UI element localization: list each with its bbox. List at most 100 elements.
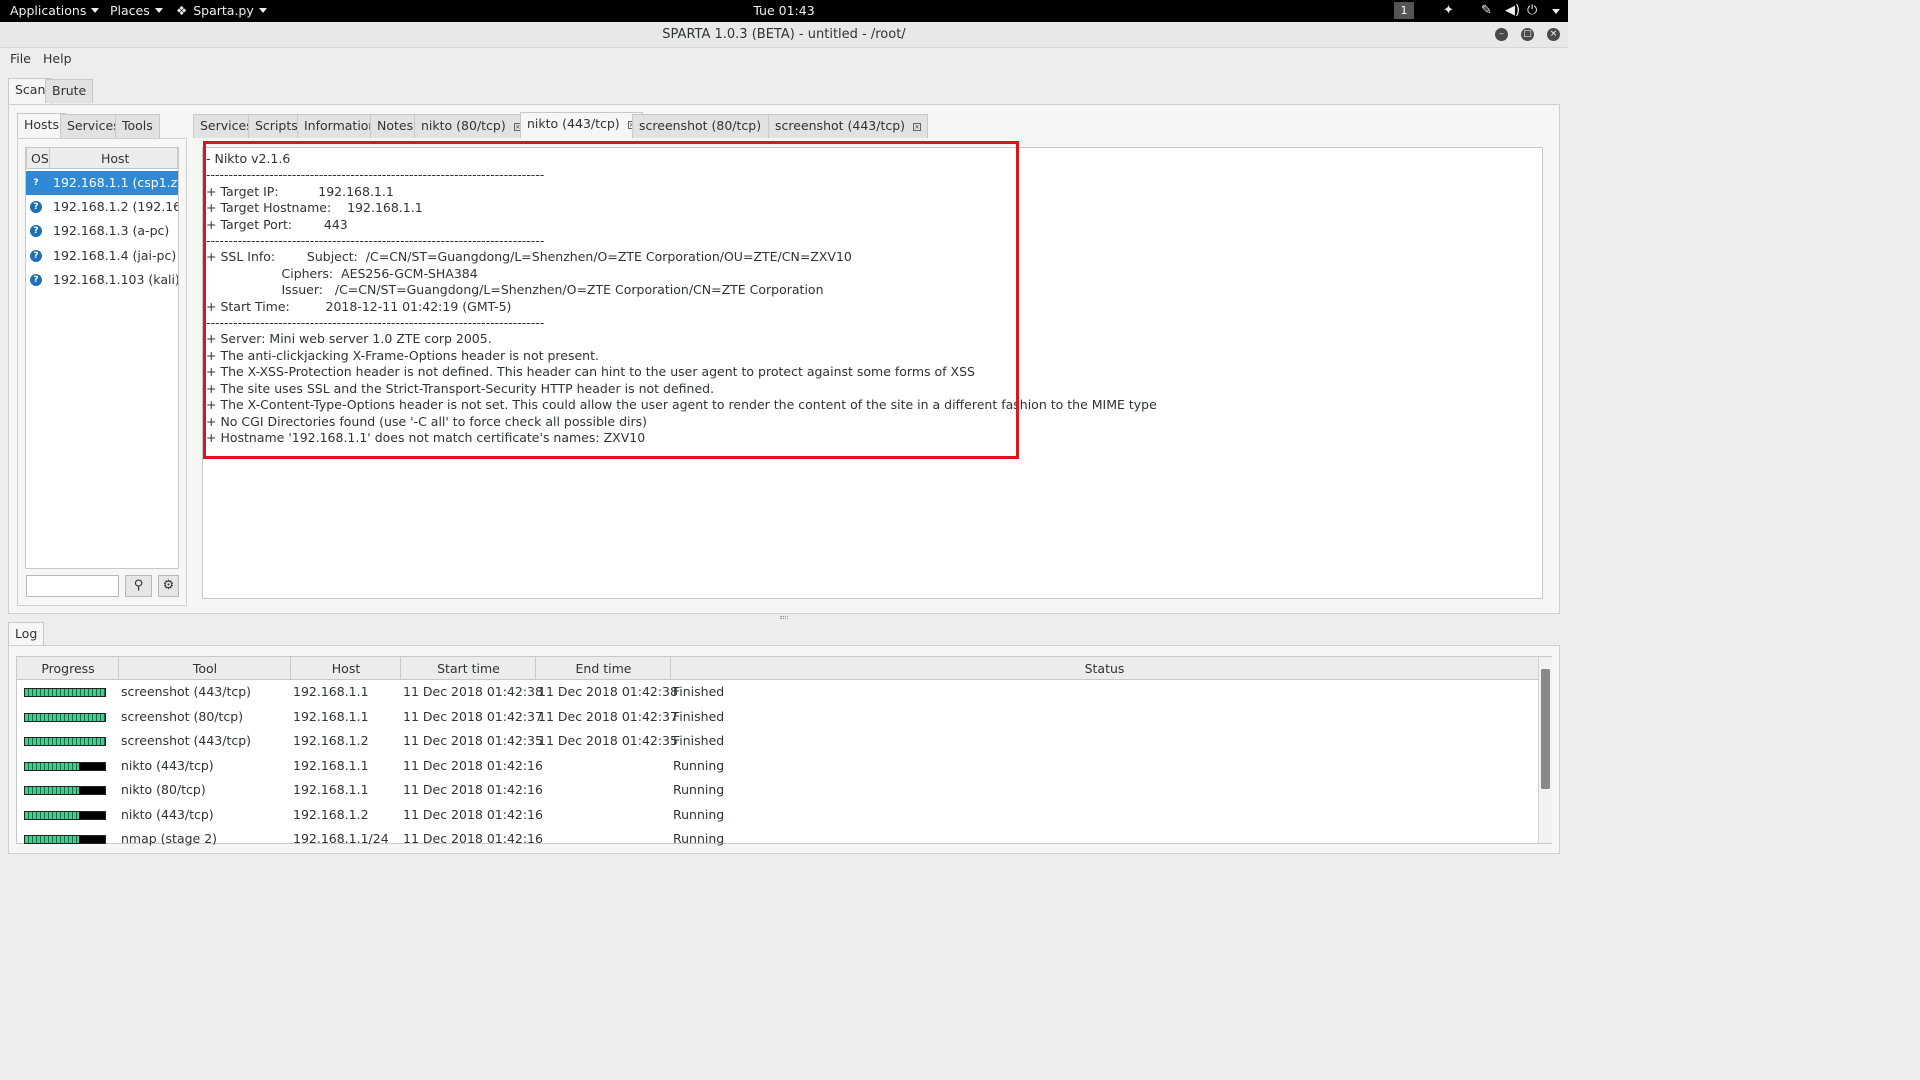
chevron-down-icon[interactable] <box>1552 9 1560 14</box>
tab-brute[interactable]: Brute <box>45 79 94 103</box>
host-row[interactable]: ? 192.168.1.103 (kali) <box>26 268 178 292</box>
host-label: 192.168.1.3 (a-pc) <box>53 223 170 238</box>
scrollbar-thumb[interactable] <box>1541 669 1550 789</box>
log-cell-tool: screenshot (443/tcp) <box>121 733 252 748</box>
log-row[interactable]: nikto (443/tcp) 192.168.1.2 11 Dec 2018 01… <box>17 803 1538 828</box>
tab-notes[interactable]: Notes <box>370 114 421 138</box>
maximize-icon[interactable]: □ <box>1521 28 1534 41</box>
progress-fill <box>25 836 79 843</box>
menu-file[interactable]: File <box>10 51 31 66</box>
log-cell-tool: nikto (443/tcp) <box>121 806 214 822</box>
video-icon[interactable]: ✦ <box>1443 3 1454 18</box>
log-row[interactable]: screenshot (443/tcp) 192.168.1.2 11 Dec 20… <box>17 729 1538 754</box>
column-header-host[interactable]: Host <box>101 151 129 166</box>
column-divider <box>290 657 291 680</box>
log-cell-start: 11 Dec 2018 01:42:16 <box>403 757 543 773</box>
progress-bar <box>24 712 106 722</box>
host-label: 192.168.1.1 (csp1.zte.com.cn) <box>53 175 178 190</box>
volume-icon[interactable]: ◀) <box>1505 3 1520 18</box>
add-host-button[interactable]: ⚙ <box>158 575 179 597</box>
unknown-os-icon: ? <box>30 250 42 262</box>
column-divider <box>49 148 50 168</box>
column-header-progress[interactable]: Progress <box>17 661 119 676</box>
progress-bar <box>24 737 106 746</box>
log-cell-status: Finished <box>673 684 725 699</box>
menu-help[interactable]: Help <box>43 51 72 66</box>
log-row[interactable]: nikto (443/tcp) 192.168.1.1 11 Dec 2018 01… <box>17 754 1538 779</box>
menu-bar: File Help <box>0 48 1568 70</box>
add-host-icon: ⚙ <box>162 578 175 593</box>
host-row[interactable]: ? 192.168.1.3 (a-pc) <box>26 219 178 243</box>
tab-tools[interactable]: Tools <box>115 114 160 138</box>
close-tab-icon[interactable]: × <box>913 122 922 131</box>
progress-fill <box>25 762 79 770</box>
log-cell-host: 192.168.1.1/24 <box>293 831 389 846</box>
minimize-icon[interactable]: – <box>1495 28 1508 41</box>
log-cell-status: Running <box>673 757 725 773</box>
progress-fill <box>25 811 79 819</box>
progress-fill <box>25 738 105 745</box>
log-row[interactable]: nikto (80/tcp) 192.168.1.1 11 Dec 2018 01:… <box>17 778 1538 803</box>
log-cell-host: 192.168.1.1 <box>293 757 369 773</box>
host-row[interactable]: ? 192.168.1.2 (192.168.1.2) <box>26 195 178 219</box>
system-top-bar: Applications Places ❖ Sparta.py Tue 01:4… <box>0 0 1568 22</box>
progress-fill <box>25 713 105 721</box>
log-cell-host: 192.168.1.1 <box>293 708 369 724</box>
column-header-status[interactable]: Status <box>671 661 1538 676</box>
power-icon[interactable]: ⏻ <box>1527 3 1537 18</box>
tab-nikto-443[interactable]: nikto (443/tcp)× <box>520 112 643 138</box>
host-row[interactable]: ? 192.168.1.1 (csp1.zte.com.cn) <box>26 171 178 195</box>
host-label: 192.168.1.4 (jai-pc) <box>53 248 177 263</box>
log-cell-tool: screenshot (443/tcp) <box>121 684 252 699</box>
log-cell-end: 11 Dec 2018 01:42:38 <box>538 684 678 699</box>
unknown-os-icon: ? <box>33 178 39 188</box>
log-cell-status: Running <box>673 806 725 822</box>
log-cell-end: 11 Dec 2018 01:42:35 <box>538 733 678 748</box>
unknown-os-icon: ? <box>30 274 42 286</box>
host-table-header: OS Host <box>26 147 178 169</box>
tab-label: screenshot (80/tcp) <box>639 118 762 133</box>
pen-icon[interactable]: ✎ <box>1481 3 1492 18</box>
column-header-tool[interactable]: Tool <box>119 661 291 676</box>
log-row[interactable]: screenshot (80/tcp) 192.168.1.1 11 Dec 201… <box>17 705 1538 730</box>
progress-bar <box>24 761 106 771</box>
column-header-start-time[interactable]: Start time <box>401 661 536 676</box>
log-table-header: Progress Tool Host Start time End time S… <box>17 657 1538 680</box>
search-button[interactable]: ⚲ <box>125 575 152 597</box>
host-label: 192.168.1.103 (kali) <box>53 272 178 287</box>
tab-screenshot-80[interactable]: screenshot (80/tcp)× <box>632 114 785 138</box>
column-divider <box>670 657 671 680</box>
log-cell-tool: nmap (stage 2) <box>121 831 218 846</box>
progress-bar <box>24 810 106 820</box>
unknown-os-icon: ? <box>30 201 42 213</box>
log-cell-start: 11 Dec 2018 01:42:35 <box>403 733 543 748</box>
log-cell-tool: nikto (443/tcp) <box>121 757 214 773</box>
workspace-indicator[interactable]: 1 <box>1394 2 1414 19</box>
progress-bar <box>24 688 106 697</box>
host-row[interactable]: ? 192.168.1.4 (jai-pc) <box>26 244 178 268</box>
log-cell-status: Finished <box>673 708 725 724</box>
window-titlebar: SPARTA 1.0.3 (BETA) - untitled - /root/ … <box>0 22 1568 48</box>
highlight-box <box>203 141 1019 459</box>
splitter-handle[interactable] <box>780 616 788 619</box>
log-row[interactable]: screenshot (443/tcp) 192.168.1.1 11 Dec 20… <box>17 680 1538 705</box>
tab-hosts[interactable]: Hosts <box>17 113 66 139</box>
log-cell-status: Running <box>673 782 725 797</box>
log-cell-start: 11 Dec 2018 01:42:16 <box>403 831 543 846</box>
close-icon[interactable]: × <box>1547 28 1560 41</box>
tab-screenshot-443[interactable]: screenshot (443/tcp) × <box>768 114 929 138</box>
column-header-end-time[interactable]: End time <box>536 661 671 676</box>
column-header-host[interactable]: Host <box>291 661 401 676</box>
column-divider <box>535 657 536 680</box>
column-header-os[interactable]: OS <box>31 151 49 166</box>
window-title: SPARTA 1.0.3 (BETA) - untitled - /root/ <box>662 27 906 42</box>
tab-nikto-80[interactable]: nikto (80/tcp) × <box>414 114 529 138</box>
log-row[interactable]: nmap (stage 2) 192.168.1.1/24 11 Dec 2018 … <box>17 827 1538 852</box>
host-filter-input[interactable] <box>26 575 119 597</box>
log-cell-host: 192.168.1.1 <box>293 782 369 797</box>
log-scrollbar[interactable] <box>1538 657 1552 843</box>
log-cell-host: 192.168.1.2 <box>293 733 369 748</box>
clock[interactable]: Tue 01:43 <box>0 3 1568 18</box>
log-cell-status: Running <box>673 831 725 846</box>
unknown-os-icon: ? <box>30 225 42 237</box>
